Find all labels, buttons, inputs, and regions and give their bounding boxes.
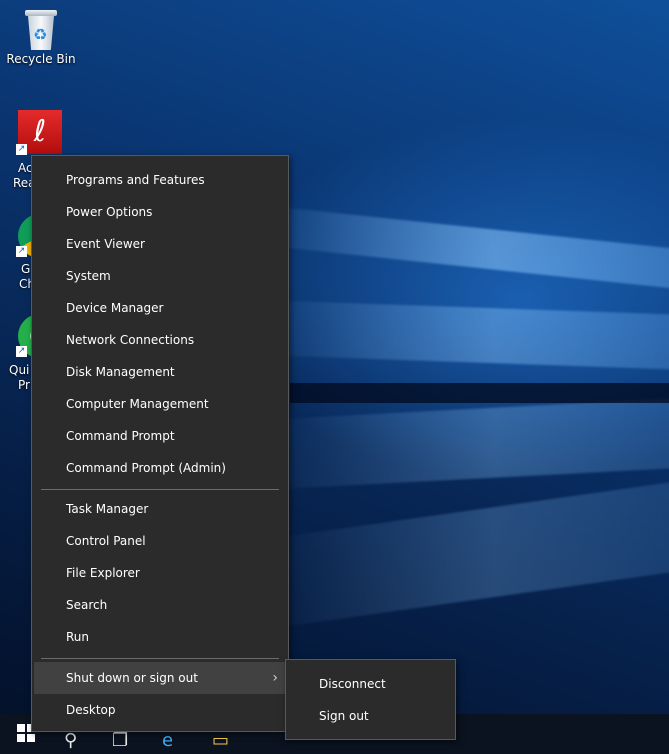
menu-item-run[interactable]: Run [34, 621, 286, 653]
menu-item-device-manager[interactable]: Device Manager [34, 292, 286, 324]
menu-item-file-explorer[interactable]: File Explorer [34, 557, 286, 589]
shortcut-arrow-icon: ↗ [16, 346, 27, 357]
wallpaper-beam [260, 466, 669, 630]
submenu-item-disconnect[interactable]: Disconnect [287, 668, 454, 700]
submenu-item-sign-out[interactable]: Sign out [287, 700, 454, 732]
menu-item-shut-down-or-sign-out[interactable]: Shut down or sign out › [34, 662, 286, 694]
quicktime-label-line2: Pr [18, 378, 30, 392]
wallpaper-beam [260, 205, 669, 300]
menu-item-programs-and-features[interactable]: Programs and Features [34, 164, 286, 196]
menu-separator [41, 658, 279, 659]
recycle-bin-icon: ♻ [24, 10, 58, 50]
menu-separator [41, 489, 279, 490]
wallpaper-band [290, 383, 669, 403]
recycle-bin-shortcut[interactable]: ♻ Recycle Bin [5, 8, 77, 67]
shortcut-arrow-icon: ↗ [16, 246, 27, 257]
shut-down-submenu: Disconnect Sign out [285, 659, 456, 740]
task-view-icon[interactable]: ❐ [112, 730, 128, 751]
menu-item-shut-down-label: Shut down or sign out [66, 671, 198, 685]
menu-item-search[interactable]: Search [34, 589, 286, 621]
recycle-bin-label: Recycle Bin [6, 52, 76, 66]
file-explorer-icon[interactable]: ▭ [212, 730, 229, 751]
menu-item-network-connections[interactable]: Network Connections [34, 324, 286, 356]
menu-item-event-viewer[interactable]: Event Viewer [34, 228, 286, 260]
menu-item-computer-management[interactable]: Computer Management [34, 388, 286, 420]
search-icon[interactable]: ⚲ [64, 730, 77, 751]
wallpaper-beam [260, 300, 669, 374]
quicktime-label-line1: Qui [9, 363, 30, 377]
power-user-menu: Programs and Features Power Options Even… [31, 155, 289, 732]
shortcut-arrow-icon: ↗ [16, 144, 27, 155]
menu-item-disk-management[interactable]: Disk Management [34, 356, 286, 388]
menu-item-power-options[interactable]: Power Options [34, 196, 286, 228]
chrome-label-line1: G [21, 262, 31, 276]
menu-item-control-panel[interactable]: Control Panel [34, 525, 286, 557]
menu-item-task-manager[interactable]: Task Manager [34, 493, 286, 525]
menu-item-command-prompt-admin[interactable]: Command Prompt (Admin) [34, 452, 286, 484]
menu-item-desktop[interactable]: Desktop [34, 694, 286, 726]
menu-item-system[interactable]: System [34, 260, 286, 292]
edge-icon[interactable]: e [162, 730, 173, 751]
wallpaper-beam [260, 392, 669, 490]
chevron-right-icon: › [272, 670, 278, 686]
menu-item-command-prompt[interactable]: Command Prompt [34, 420, 286, 452]
desktop: ♻ Recycle Bin ℓ ↗ Ac Rea ↗ G Ch ↗ Qui Pr… [0, 0, 669, 754]
